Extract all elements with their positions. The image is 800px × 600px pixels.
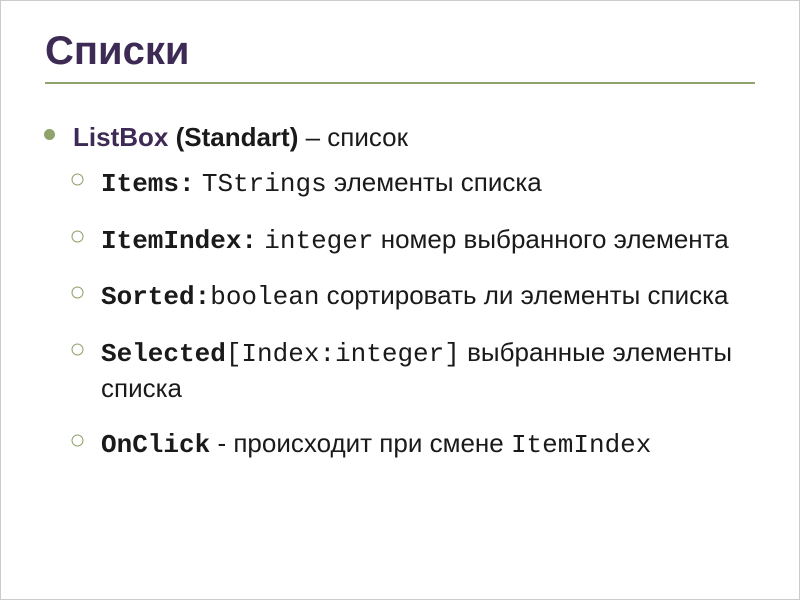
prop-type: integer xyxy=(264,226,373,256)
prop-ref: ItemIndex xyxy=(511,430,651,460)
prop-name: Items: xyxy=(101,169,195,199)
prop-desc: элементы списка xyxy=(334,167,542,197)
prop-name: OnClick xyxy=(101,430,210,460)
outer-list: ListBox (Standart) – список Items: TStri… xyxy=(45,110,755,463)
component-desc: – список xyxy=(306,122,408,152)
prop-name: Selected xyxy=(101,339,226,369)
prop-name: Sorted: xyxy=(101,282,210,312)
title-underline xyxy=(45,82,755,84)
list-item: Sorted:boolean сортировать ли элементы с… xyxy=(101,268,755,315)
prop-name: ItemIndex: xyxy=(101,226,257,256)
prop-desc-prefix: - происходит при смене xyxy=(217,428,511,458)
list-item: ItemIndex: integer номер выбранного элем… xyxy=(101,212,755,259)
slide-title: Списки xyxy=(45,29,755,74)
prop-type: boolean xyxy=(210,282,319,312)
inner-list: Items: TStrings элементы списка ItemInde… xyxy=(73,155,755,463)
list-item: Items: TStrings элементы списка xyxy=(101,155,755,202)
list-item: Selected[Index:integer] выбранные элемен… xyxy=(101,325,755,406)
list-item: OnClick - происходит при смене ItemIndex xyxy=(101,416,755,463)
prop-type: [Index:integer] xyxy=(226,339,460,369)
component-palette: (Standart) xyxy=(176,122,299,152)
component-name: ListBox xyxy=(73,122,168,152)
prop-desc: сортировать ли элементы списка xyxy=(327,280,729,310)
list-item: ListBox (Standart) – список Items: TStri… xyxy=(73,110,755,463)
prop-desc: номер выбранного элемента xyxy=(381,224,729,254)
slide: Списки ListBox (Standart) – список Items… xyxy=(1,1,799,493)
prop-type: TStrings xyxy=(202,169,327,199)
